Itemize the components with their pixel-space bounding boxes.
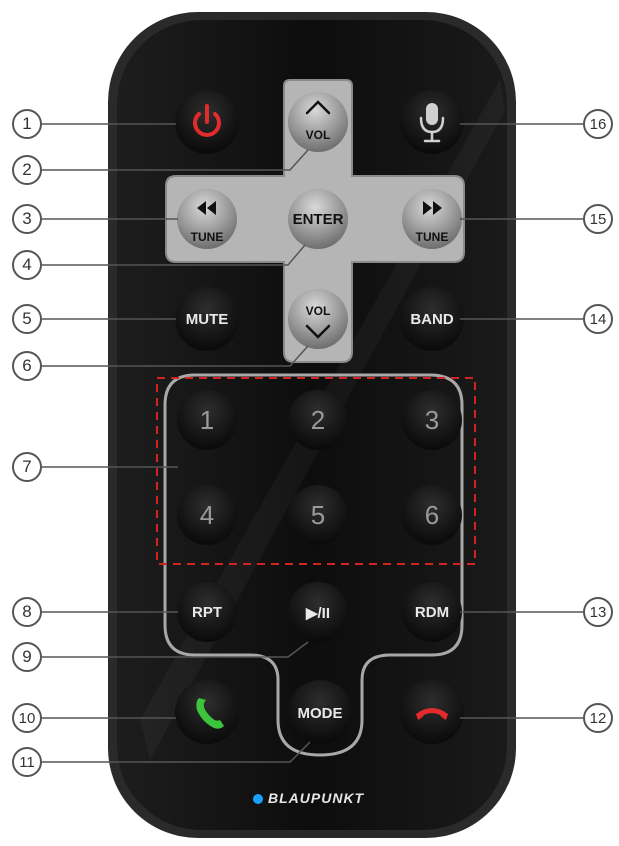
mode-button[interactable] (288, 680, 352, 744)
number-3-button[interactable] (402, 390, 462, 450)
mute-button[interactable] (175, 287, 239, 351)
callout-16: 16 (583, 109, 613, 139)
tune-next-button[interactable] (402, 189, 462, 249)
callout-3: 3 (12, 204, 42, 234)
remote-control-diagram (42, 12, 588, 838)
callout-6: 6 (12, 351, 42, 381)
number-1-button[interactable] (177, 390, 237, 450)
callout-12: 12 (583, 703, 613, 733)
play-pause-button[interactable] (288, 582, 348, 642)
call-button[interactable] (175, 680, 239, 744)
number-6-button[interactable] (402, 485, 462, 545)
callout-7: 7 (12, 452, 42, 482)
callout-15: 15 (583, 204, 613, 234)
callout-2: 2 (12, 155, 42, 185)
callout-13: 13 (583, 597, 613, 627)
number-4-button[interactable] (177, 485, 237, 545)
number-5-button[interactable] (288, 485, 348, 545)
brand-dot-icon (253, 794, 263, 804)
callout-10: 10 (12, 703, 42, 733)
callout-9: 9 (12, 642, 42, 672)
callout-11: 11 (12, 747, 42, 777)
callout-1: 1 (12, 109, 42, 139)
callout-14: 14 (583, 304, 613, 334)
vol-down-button[interactable] (288, 289, 348, 349)
brand-logo-text: BLAUPUNKT (268, 790, 365, 806)
callout-8: 8 (12, 597, 42, 627)
tune-prev-button[interactable] (177, 189, 237, 249)
band-button[interactable] (400, 287, 464, 351)
callout-4: 4 (12, 250, 42, 280)
enter-button[interactable] (288, 189, 348, 249)
callout-5: 5 (12, 304, 42, 334)
rpt-button[interactable] (177, 582, 237, 642)
number-2-button[interactable] (288, 390, 348, 450)
rdm-button[interactable] (402, 582, 462, 642)
